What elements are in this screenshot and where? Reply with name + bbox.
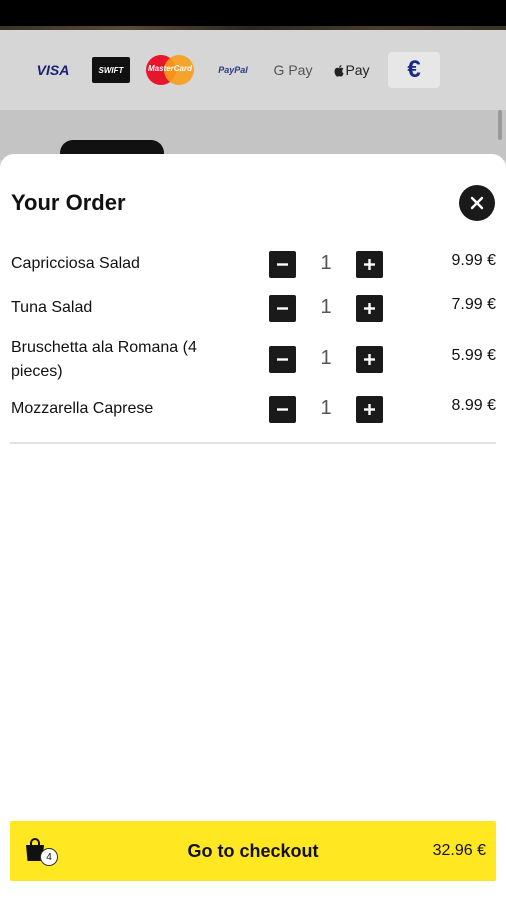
minus-icon (277, 307, 288, 310)
minus-icon (277, 408, 288, 411)
divider (10, 442, 496, 444)
item-quantity: 1 (320, 397, 332, 419)
order-item-row: Tuna Salad 1 7.99 € (0, 284, 506, 328)
item-price: 7.99 € (451, 296, 496, 313)
increase-quantity-button[interactable] (356, 396, 383, 423)
decrease-quantity-button[interactable] (269, 346, 296, 373)
item-price: 9.99 € (451, 252, 496, 269)
mastercard-logo: MasterCard (144, 55, 196, 85)
minus-icon (277, 358, 288, 361)
status-bar (0, 0, 506, 30)
apple-pay-logo: Pay (330, 55, 374, 85)
increase-quantity-button[interactable] (356, 295, 383, 322)
order-title: Your Order (11, 190, 126, 215)
order-item-row: Capricciosa Salad 1 9.99 € (0, 240, 506, 284)
checkout-label: Go to checkout (187, 841, 319, 861)
decrease-quantity-button[interactable] (269, 295, 296, 322)
plus-icon (364, 259, 375, 270)
item-quantity: 1 (320, 347, 332, 369)
plus-icon (364, 354, 375, 365)
close-icon (470, 196, 484, 210)
increase-quantity-button[interactable] (356, 251, 383, 278)
order-item-row: Mozzarella Caprese 1 8.99 € (0, 386, 506, 430)
order-sheet: Your Order Capricciosa Salad 1 9.99 € Tu… (0, 154, 506, 900)
item-name: Mozzarella Caprese (11, 400, 154, 417)
decrease-quantity-button[interactable] (269, 396, 296, 423)
checkout-total: 32.96 € (432, 842, 486, 859)
item-name: Tuna Salad (11, 299, 93, 316)
minus-icon (277, 263, 288, 266)
item-price: 5.99 € (451, 347, 496, 364)
plus-icon (364, 404, 375, 415)
scrollbar (498, 110, 502, 140)
background-category-nav (0, 110, 506, 166)
google-pay-logo: G Pay (273, 62, 313, 78)
increase-quantity-button[interactable] (356, 346, 383, 373)
apple-icon (334, 64, 345, 77)
swift-logo: SWIFT (92, 57, 130, 83)
decrease-quantity-button[interactable] (269, 251, 296, 278)
close-button[interactable] (459, 185, 495, 221)
plus-icon (364, 303, 375, 314)
item-name: Bruschetta ala Romana (4 pieces) (11, 339, 197, 380)
currency-euro-button[interactable]: € (388, 52, 440, 88)
item-name: Capricciosa Salad (11, 255, 140, 272)
order-item-row: Bruschetta ala Romana (4 pieces) 1 5.99 … (0, 328, 506, 386)
item-quantity: 1 (320, 252, 332, 274)
go-to-checkout-button[interactable]: 4 Go to checkout 32.96 € (10, 821, 496, 881)
item-quantity: 1 (320, 296, 332, 318)
payment-methods-strip: VISA SWIFT MasterCard PayPal G Pay Pay € (0, 30, 506, 110)
visa-logo: VISA (36, 62, 70, 78)
item-price: 8.99 € (451, 397, 496, 414)
paypal-logo: PayPal (218, 65, 248, 75)
